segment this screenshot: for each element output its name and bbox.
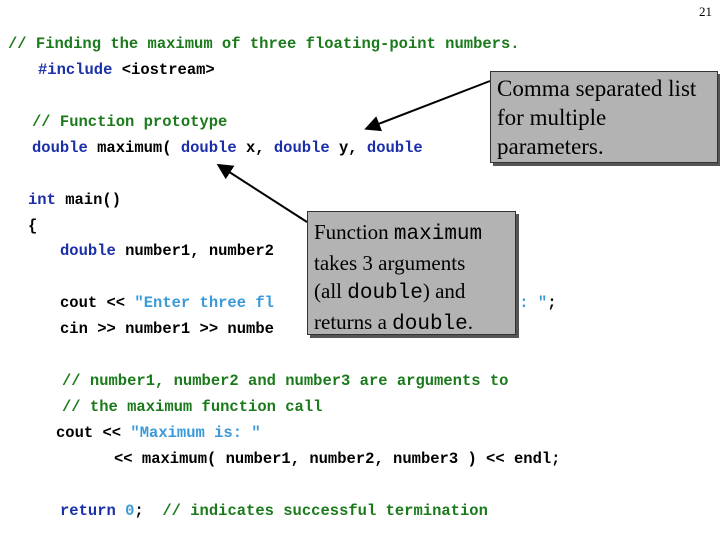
callout-text: Function maximum [314,218,509,249]
callout-text-part: Function [314,220,394,244]
arrow-to-maximum [216,163,308,223]
arrow-to-params [364,80,491,132]
callout-function-maximum: Function maximum takes 3 arguments (all … [307,211,516,336]
callout-text: for multiple [497,105,607,130]
callout-text: Comma separated list [497,76,697,101]
callout-text: parameters. [497,134,604,159]
callout-text: returns a double. [314,308,509,339]
callout-text: (all double) and [314,277,509,308]
callout-code: double [392,313,468,336]
callout-code: maximum [393,223,483,246]
callout-text-part: . [467,310,474,334]
callout-text-part: (all [314,279,348,303]
callout-text: takes 3 arguments [314,251,466,275]
callout-code: double [347,282,423,305]
callout-text-part: returns a [314,310,393,334]
callout-comma-list: Comma separated list for multiple parame… [490,71,718,163]
callout-text-part: ) and [422,279,466,303]
